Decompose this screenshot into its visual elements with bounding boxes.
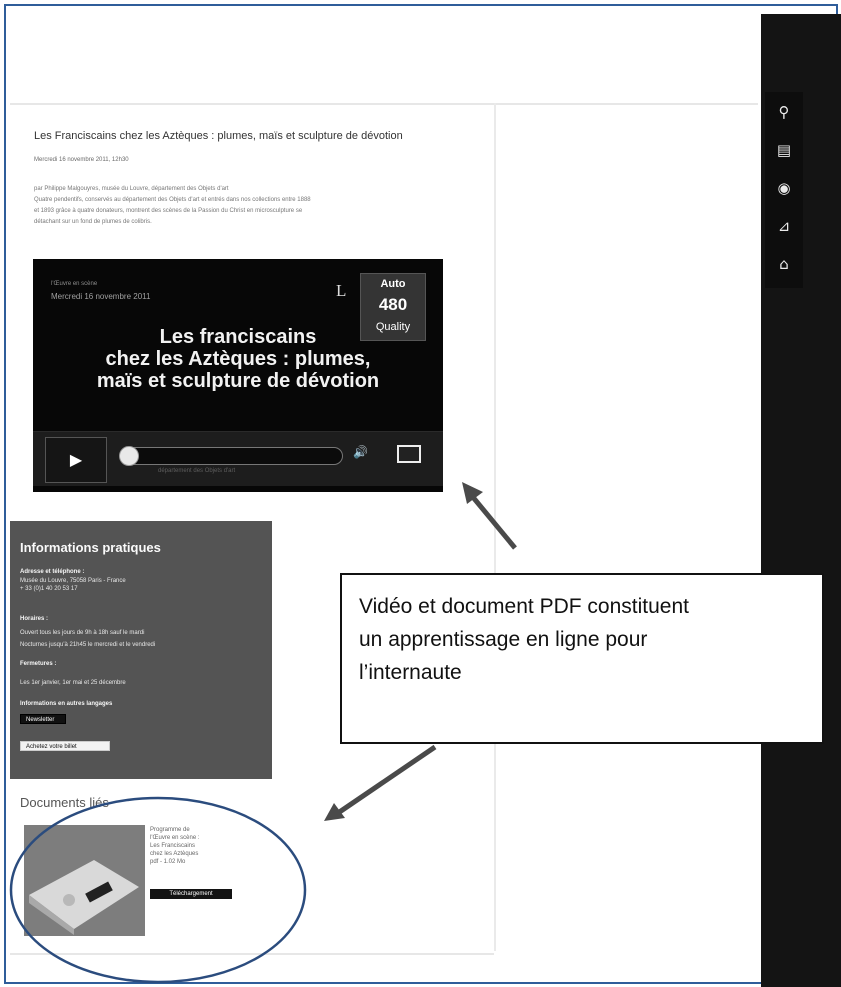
document-title-line: Programme de <box>150 827 190 833</box>
search-icon[interactable]: ⚲ <box>774 102 794 122</box>
callout-text: Vidéo et document PDF constituent un app… <box>359 590 809 689</box>
info-line: Adresse et téléphone : <box>20 569 85 575</box>
info-line[interactable]: Informations en autres langages <box>20 700 112 708</box>
article-body-line: et 1893 grâce à quatre donateurs, montre… <box>34 208 303 214</box>
buy-ticket-button[interactable]: Achetez votre billet <box>20 741 110 751</box>
newsletter-button[interactable]: Newsletter <box>20 714 66 724</box>
video-title-line: maïs et sculpture de dévotion <box>96 370 380 392</box>
column-divider <box>494 103 496 951</box>
louvre-logo: L <box>336 281 347 300</box>
info-line: Ouvert tous les jours de 9h à 18h sauf l… <box>20 630 145 636</box>
map-icon[interactable]: ⊿ <box>774 216 794 236</box>
article-body-line: Quatre pendentifs, conservés au départem… <box>34 197 311 203</box>
article-title[interactable]: Les Franciscains chez les Aztèques : plu… <box>34 130 464 142</box>
video-controls: ▶ département des Objets d'art 🔊 <box>33 431 443 486</box>
callout-line: l’internaute <box>359 661 462 684</box>
document-title-line: l'Œuvre en scène : <box>150 835 200 841</box>
quality-auto[interactable]: Auto <box>361 278 425 290</box>
video-tag: l'Œuvre en scène <box>51 281 98 287</box>
callout-line: un apprentissage en ligne pour <box>359 628 648 651</box>
video-title: Les franciscains chez les Aztèques : plu… <box>33 326 443 392</box>
info-line: Fermetures : <box>20 661 57 667</box>
info-line: Musée du Louvre, 75058 Paris - France <box>20 578 126 584</box>
brochure-image <box>24 825 145 936</box>
article-body: par Philippe Malgouyres, musée du Louvre… <box>34 184 474 228</box>
volume-icon[interactable]: 🔊 <box>353 445 368 459</box>
callout-line: Vidéo et document PDF constituent <box>359 595 689 618</box>
progress-knob[interactable] <box>119 446 139 466</box>
document-title-line: Les Franciscains <box>150 843 196 849</box>
video-date: Mercredi 16 novembre 2011 <box>51 292 151 301</box>
article-body-line: détachant sur un fond de plumes de colib… <box>34 219 152 225</box>
video-caption: département des Objets d'art <box>158 468 236 474</box>
document-thumbnail[interactable] <box>24 825 145 936</box>
fullscreen-icon[interactable] <box>397 445 421 463</box>
play-button[interactable]: ▶ <box>45 437 107 483</box>
info-panel: Informations pratiques Adresse et téléph… <box>10 521 272 779</box>
tool-icon-bar: ⚲ ▤ ◉ ⊿ ⌂ <box>765 92 803 288</box>
video-player[interactable]: l'Œuvre en scène Mercredi 16 novembre 20… <box>33 259 443 492</box>
quality-value[interactable]: 480 <box>361 295 425 315</box>
top-divider <box>10 103 758 105</box>
bag-icon[interactable]: ⌂ <box>774 254 794 274</box>
article-date: Mercredi 16 novembre 2011, 12h30 <box>34 157 129 163</box>
document-title-line: pdf - 1.02 Mo <box>150 859 186 865</box>
documents-heading: Documents liés <box>20 795 109 810</box>
annotation-callout: Vidéo et document PDF constituent un app… <box>340 573 824 744</box>
info-line: Horaires : <box>20 616 49 622</box>
article-body-line: par Philippe Malgouyres, musée du Louvre… <box>34 186 229 192</box>
info-line: Les 1er janvier, 1er mai et 25 décembre <box>20 680 126 686</box>
document-title-line: chez les Aztèques <box>150 851 199 857</box>
play-circle-icon[interactable]: ◉ <box>774 178 794 198</box>
video-title-line: chez les Aztèques : plumes, <box>105 348 371 370</box>
info-line: Nocturnes jusqu'à 21h45 le mercredi et l… <box>20 642 156 648</box>
info-heading: Informations pratiques <box>20 540 161 555</box>
document-title[interactable]: Programme de l'Œuvre en scène : Les Fran… <box>150 826 220 866</box>
document-icon[interactable]: ▤ <box>774 140 794 160</box>
info-line: + 33 (0)1 40 20 53 17 <box>20 586 78 592</box>
video-title-line: Les franciscains <box>159 326 317 348</box>
download-button[interactable]: Téléchargement <box>150 889 232 899</box>
progress-bar[interactable] <box>119 446 343 466</box>
bottom-divider <box>10 953 494 955</box>
